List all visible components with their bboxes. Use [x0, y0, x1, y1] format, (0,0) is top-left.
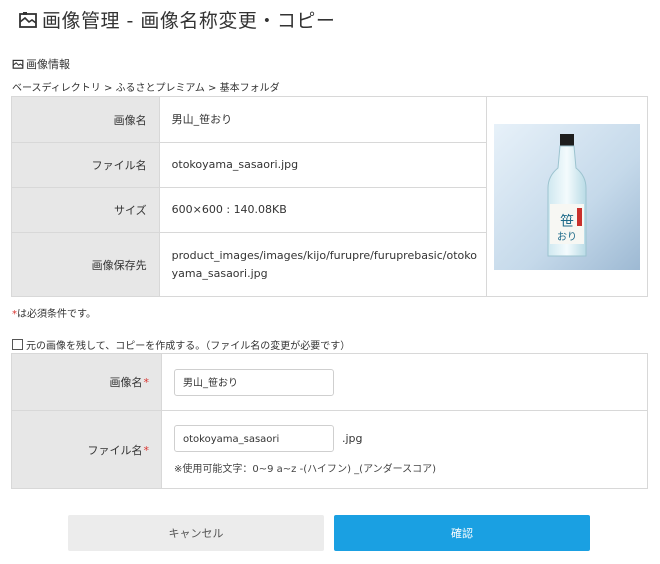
info-label: 画像保存先	[11, 232, 160, 297]
info-value: product_images/images/kijo/furupre/furup…	[158, 232, 488, 297]
image-icon	[19, 11, 37, 28]
cancel-button[interactable]: キャンセル	[68, 515, 324, 551]
info-value: 男山_笹おり	[158, 96, 488, 143]
file-extension: .jpg	[342, 431, 363, 445]
info-label: 画像名	[11, 96, 160, 143]
image-icon	[12, 59, 24, 69]
image-name-label: 画像名	[109, 376, 143, 389]
page-title: 画像管理 - 画像名称変更・コピー	[18, 6, 335, 33]
file-name-label: ファイル名	[87, 443, 143, 457]
breadcrumb: ベースディレクトリ > ふるさとプレミアム > 基本フォルダ	[12, 83, 280, 94]
form-value: otokoyama_sasaori .jpg ※使用可能文字：0~9 a~z -(…	[161, 410, 648, 489]
form-value: 男山_笹おり	[161, 353, 648, 411]
required-star: *	[143, 443, 150, 457]
filename-hint: ※使用可能文字：0~9 a~z -(ハイフン) _(アンダースコア)	[174, 463, 437, 475]
svg-text:おり: おり	[557, 231, 577, 243]
required-star: *	[143, 376, 150, 389]
table-row: 画像名 男山_笹おり 笹 おり	[11, 96, 648, 297]
product-thumbnail: 笹 おり	[494, 123, 641, 270]
form-label: 画像名*	[11, 353, 162, 411]
info-label: サイズ	[11, 187, 160, 233]
file-name-input[interactable]: otokoyama_sasaori	[174, 424, 334, 452]
required-note: *は必須条件です。	[12, 305, 96, 320]
copy-checkbox[interactable]	[12, 339, 23, 350]
image-preview-cell: 笹 おり	[486, 96, 648, 297]
copy-option-label: 元の画像を残して、コピーを作成する。（ファイル名の変更が必要です）	[26, 341, 351, 352]
rename-form: 画像名* 男山_笹おり ファイル名* otokoyama_sasaori .jpg…	[11, 353, 648, 489]
info-value: 600×600 : 140.08KB	[158, 187, 488, 233]
confirm-button[interactable]: 確認	[334, 515, 590, 551]
image-name-input[interactable]: 男山_笹おり	[174, 368, 334, 396]
copy-option[interactable]: 元の画像を残して、コピーを作成する。（ファイル名の変更が必要です）	[12, 337, 350, 352]
page-title-text: 画像管理 - 画像名称変更・コピー	[42, 10, 336, 32]
info-label: ファイル名	[11, 142, 160, 188]
info-value: otokoyama_sasaori.jpg	[158, 142, 488, 188]
section-label: 画像情報	[12, 56, 70, 72]
required-note-text: は必須条件です。	[17, 309, 96, 320]
form-row-image-name: 画像名* 男山_笹おり	[11, 353, 648, 411]
svg-text:笹: 笹	[560, 214, 574, 230]
form-row-file-name: ファイル名* otokoyama_sasaori .jpg ※使用可能文字：0~9…	[11, 410, 648, 489]
image-info-table: 画像名 男山_笹おり 笹 おり ファイル名 otokoyama_sasaori.…	[11, 96, 648, 297]
section-label-text: 画像情報	[26, 58, 70, 71]
form-label: ファイル名*	[11, 410, 162, 489]
